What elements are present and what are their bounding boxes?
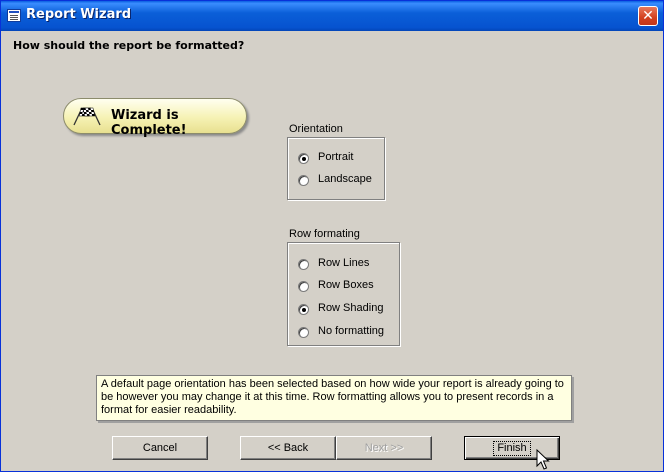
orientation-label: Orientation — [289, 123, 343, 135]
wizard-complete-badge: Wizard is Complete! — [63, 98, 247, 138]
info-tip-box: A default page orientation has been sele… — [96, 375, 572, 421]
cancel-button[interactable]: Cancel — [112, 436, 208, 460]
finish-button-label[interactable]: Finish — [493, 441, 531, 456]
radio-circle[interactable] — [298, 281, 309, 292]
radio-row-lines-label[interactable]: Row Lines — [318, 257, 369, 269]
orientation-group: Portrait Landscape — [287, 137, 385, 200]
radio-row-boxes-label[interactable]: Row Boxes — [318, 279, 374, 291]
row-formatting-label: Row formating — [289, 228, 360, 240]
radio-selected-dot — [302, 308, 306, 312]
badge-text: Wizard is Complete! — [111, 108, 187, 138]
radio-circle[interactable] — [298, 259, 309, 270]
next-button[interactable]: Next >> — [336, 436, 432, 460]
radio-circle[interactable] — [298, 304, 309, 315]
checkered-flag-icon — [73, 107, 101, 126]
radio-circle[interactable] — [298, 175, 309, 186]
radio-selected-dot — [302, 157, 306, 161]
page-heading: How should the report be formatted? — [13, 39, 245, 52]
title-bar[interactable]: Report Wizard ✕ — [1, 1, 663, 31]
radio-row-shading-label[interactable]: Row Shading — [318, 302, 383, 314]
radio-landscape-label[interactable]: Landscape — [318, 173, 372, 185]
radio-circle[interactable] — [298, 327, 309, 338]
window-title: Report Wizard — [26, 7, 132, 22]
mouse-pointer-icon — [536, 449, 550, 470]
radio-circle[interactable] — [298, 153, 309, 164]
close-button[interactable]: ✕ — [638, 6, 658, 26]
back-button[interactable]: << Back — [240, 436, 336, 460]
report-wizard-window: Report Wizard ✕ How should the report be… — [0, 0, 664, 472]
radio-portrait-label[interactable]: Portrait — [318, 151, 353, 163]
row-formatting-group: Row Lines Row Boxes Row Shading No forma… — [287, 242, 400, 346]
radio-no-formatting-label[interactable]: No formatting — [318, 325, 384, 337]
form-icon — [7, 9, 21, 22]
